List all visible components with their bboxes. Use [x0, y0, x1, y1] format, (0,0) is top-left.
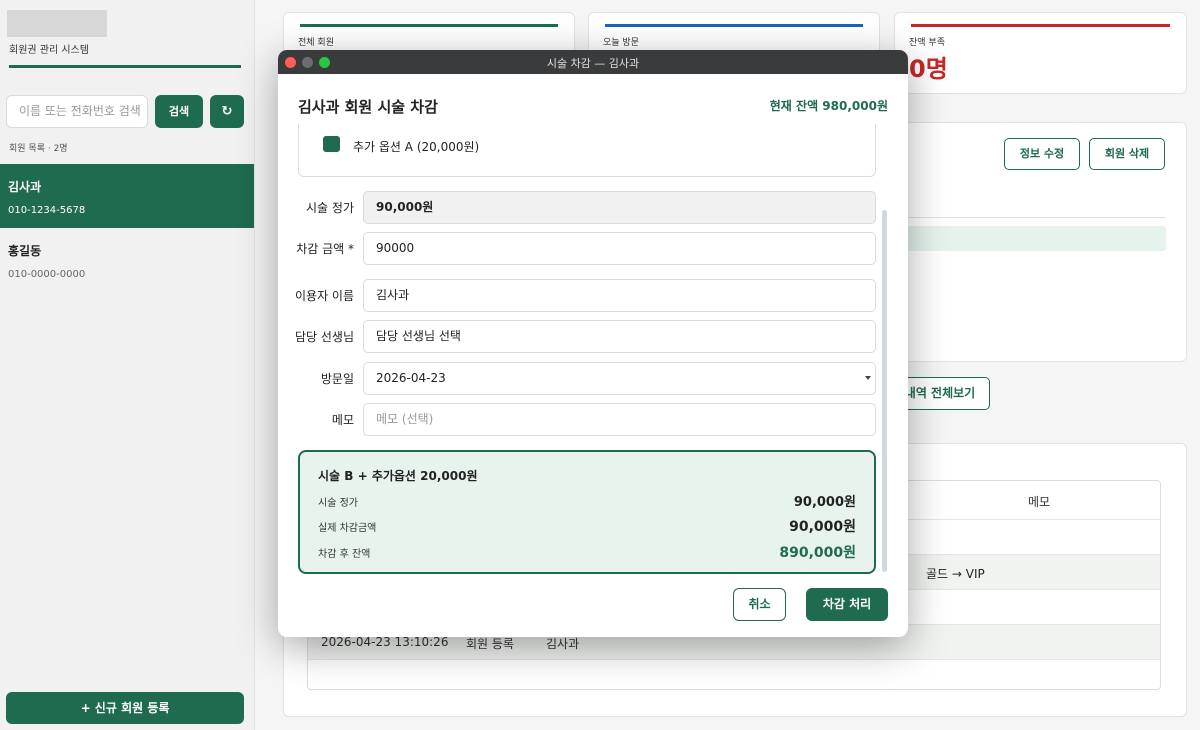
deduct-dialog: 시술 차감 — 김사과 김사과 회원 시술 차감 현재 잔액 980,000원 … — [278, 50, 908, 637]
cell-memo: 골드 → VIP — [926, 567, 985, 581]
window-title: 시술 차감 — 김사과 — [546, 57, 640, 70]
summary-title: 시술 B + 추가옵션 20,000원 — [318, 469, 478, 483]
submit-deduct-button[interactable]: 차감 처리 — [806, 588, 888, 621]
memo-label: 메모 — [331, 413, 354, 427]
summary-price-value: 90,000원 — [793, 495, 856, 510]
stat-accent — [300, 24, 558, 27]
memo-input[interactable]: 메모 (선택) — [363, 403, 876, 436]
refresh-icon[interactable]: ↻ — [210, 95, 244, 128]
balance-label: 현재 잔액 — [769, 99, 819, 113]
table-row — [308, 659, 1160, 689]
stat-label: 오늘 방문 — [603, 38, 639, 48]
price-field: 90,000원 — [363, 191, 876, 224]
member-name: 김사과 — [8, 180, 42, 194]
summary-after-value: 890,000원 — [779, 545, 856, 561]
chevron-down-icon[interactable] — [865, 376, 871, 380]
stat-card-low-balance: 잔액 부족 0명 — [894, 12, 1187, 94]
sidebar: 회원권 관리 시스템 이름 또는 전화번호 검색 검색 ↻ 회원 목록 · 2명… — [0, 0, 255, 730]
member-name: 홍길동 — [8, 244, 42, 258]
edit-member-button[interactable]: 정보 수정 — [1004, 138, 1080, 170]
visit-date-value: 2026-04-23 — [376, 371, 446, 385]
cell-datetime: 2026-04-23 13:10:26 — [321, 635, 449, 649]
new-member-button[interactable]: + 신규 회원 등록 — [6, 692, 244, 724]
options-box: 추가 옵션 A (20,000원) — [298, 124, 876, 177]
teacher-label: 담당 선생님 — [294, 330, 354, 344]
summary-after-label: 차감 후 잔액 — [318, 549, 371, 560]
list-item[interactable]: 김사과 010-1234-5678 — [0, 164, 254, 228]
stat-label: 잔액 부족 — [909, 38, 945, 48]
option-label: 추가 옵션 A (20,000원) — [353, 140, 480, 154]
stat-accent — [911, 24, 1170, 27]
title-underline — [9, 65, 241, 68]
visit-date-input[interactable]: 2026-04-23 — [363, 362, 876, 395]
divider — [904, 217, 1166, 218]
stat-label: 전체 회원 — [298, 38, 334, 48]
cell-name: 김사과 — [546, 637, 580, 651]
logo-placeholder — [7, 10, 107, 37]
search-button[interactable]: 검색 — [155, 95, 203, 128]
deduct-amount-input[interactable]: 90000 — [363, 232, 876, 265]
summary-price-label: 시술 정가 — [318, 498, 358, 509]
price-label: 시술 정가 — [306, 201, 354, 215]
list-item[interactable]: 홍길동 010-0000-0000 — [0, 228, 254, 292]
dialog-heading: 김사과 회원 시술 차감 — [298, 98, 438, 116]
balance-value: 980,000원 — [822, 99, 888, 113]
balance-banner — [904, 226, 1166, 251]
search-input[interactable]: 이름 또는 전화번호 검색 — [6, 95, 148, 128]
column-header-memo: 메모 — [1028, 495, 1051, 509]
scrollbar[interactable] — [882, 210, 887, 572]
member-phone: 010-1234-5678 — [8, 205, 86, 216]
summary-actual-value: 90,000원 — [789, 519, 856, 535]
stat-accent — [605, 24, 863, 27]
visit-date-label: 방문일 — [320, 372, 354, 386]
cell-type: 회원 등록 — [466, 637, 514, 651]
user-name-input[interactable]: 김사과 — [363, 279, 876, 312]
app-title: 회원권 관리 시스템 — [9, 45, 89, 56]
current-balance: 현재 잔액 980,000원 — [770, 97, 888, 114]
user-name-label: 이용자 이름 — [294, 289, 354, 303]
teacher-select[interactable]: 담당 선생님 선택 — [363, 320, 876, 353]
member-phone: 010-0000-0000 — [8, 269, 86, 280]
deduct-summary: 시술 B + 추가옵션 20,000원 시술 정가 90,000원 실제 차감금… — [298, 450, 876, 574]
summary-actual-label: 실제 차감금액 — [318, 523, 377, 534]
member-list-label: 회원 목록 · 2명 — [9, 144, 68, 154]
cancel-button[interactable]: 취소 — [733, 588, 786, 621]
window-titlebar: 시술 차감 — 김사과 — [278, 50, 908, 74]
option-checkbox[interactable] — [323, 136, 340, 152]
delete-member-button[interactable]: 회원 삭제 — [1089, 138, 1165, 170]
deduct-label: 차감 금액 * — [296, 242, 354, 256]
stat-value: 0명 — [909, 55, 948, 83]
